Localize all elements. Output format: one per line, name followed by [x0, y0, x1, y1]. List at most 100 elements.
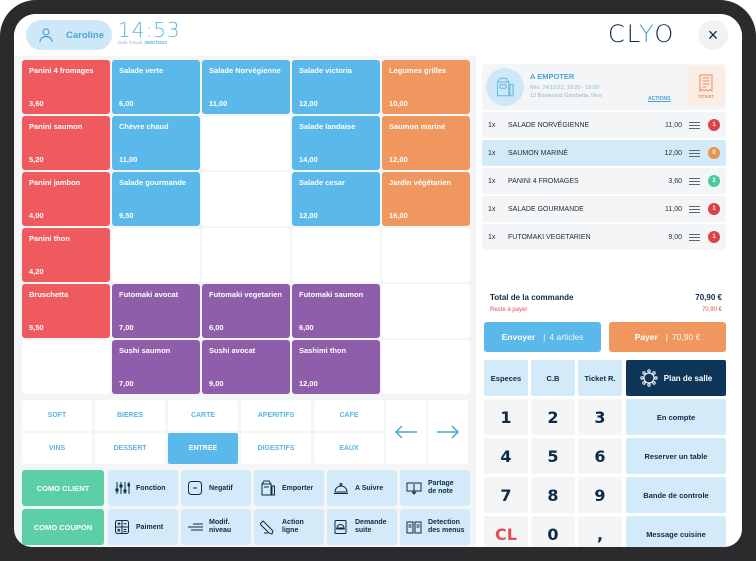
action-ligne-button[interactable]: Action ligne — [254, 509, 324, 545]
product-tile[interactable]: Saumon mariné 12,00 — [382, 116, 470, 170]
product-tile[interactable]: Salade cesar 12,00 — [292, 172, 380, 226]
prev-category-button[interactable] — [386, 400, 426, 464]
category-tab-soft[interactable]: SOFT — [22, 400, 92, 431]
category-tab-digestifs[interactable]: DIGESTIFS — [241, 433, 311, 464]
hamburger-menu-icon[interactable] — [689, 204, 700, 215]
modif-niveau-button[interactable]: Modif. niveau — [181, 509, 251, 545]
digit-key-1[interactable]: 1 — [484, 399, 528, 435]
product-tile[interactable]: Sashimi thon 12,00 — [292, 340, 380, 394]
digit-key-0[interactable]: 0 — [531, 516, 575, 547]
order-line[interactable]: 1x SAUMON MARINÉ 12,00 0 — [482, 140, 726, 166]
order-line[interactable]: 1x FUTOMAKI VEGETARIEN 9,00 1 — [482, 224, 726, 250]
next-category-button[interactable] — [428, 400, 468, 464]
cb-button[interactable]: C.B — [531, 360, 575, 396]
work-date-label: Date Travail, — [118, 40, 144, 45]
category-tab-eaux[interactable]: EAUX — [314, 433, 384, 464]
ticket-r-button[interactable]: Ticket R. — [578, 360, 622, 396]
product-tile[interactable]: Panini jambon 4,00 — [22, 172, 110, 226]
a-suivre-button[interactable]: A Suivre — [327, 470, 397, 506]
partage-note-button[interactable]: Partage de note — [400, 470, 470, 506]
category-tab-dessert[interactable]: DESSERT — [95, 433, 165, 464]
digit-key-8[interactable]: 8 — [531, 477, 575, 513]
line-qty: 1x — [488, 177, 496, 185]
product-tile[interactable]: Sushi avocat 9,00 — [202, 340, 290, 394]
product-tile[interactable]: Salade victoria 12,00 — [292, 60, 380, 114]
user-button[interactable]: Caroline — [26, 20, 112, 50]
bande-controle-button[interactable]: Bande de controle — [626, 477, 726, 513]
empty-product-slot — [22, 340, 110, 394]
product-tile[interactable]: Salade landaise 14,00 — [292, 116, 380, 170]
category-tab-aperitifs[interactable]: APERITIFS — [241, 400, 311, 431]
menu-book-icon — [406, 521, 422, 534]
product-tile[interactable]: Salade Norvégienne 11,00 — [202, 60, 290, 114]
product-tile[interactable]: Salade gourmande 9,50 — [112, 172, 200, 226]
clear-key[interactable]: CL — [484, 516, 528, 547]
product-price: 3,60 — [29, 99, 44, 108]
digit-key-4[interactable]: 4 — [484, 438, 528, 474]
product-tile[interactable]: Futomaki saumon 6,00 — [292, 284, 380, 338]
actions-link[interactable]: ACTIONS — [648, 96, 671, 102]
digit-key-9[interactable]: 9 — [578, 477, 622, 513]
order-panel: A EMPOTER Mer. 24/12/22, 18:20 - 18:50 1… — [476, 56, 742, 547]
order-type: A EMPOTER — [530, 72, 575, 81]
product-tile[interactable]: Chèvre chaud 11,00 — [112, 116, 200, 170]
product-name: Chèvre chaud — [119, 122, 169, 131]
product-price: 14,00 — [299, 155, 318, 164]
como-coupon-button[interactable]: COMO COUPON — [22, 509, 104, 545]
como-client-button[interactable]: COMO CLIENT — [22, 470, 104, 506]
product-tile[interactable]: Sushi saumon 7,00 — [112, 340, 200, 394]
digit-key-3[interactable]: 3 — [578, 399, 622, 435]
digit-key-2[interactable]: 2 — [531, 399, 575, 435]
product-name: Salade Norvégienne — [209, 66, 281, 75]
fonction-button[interactable]: Fonction — [108, 470, 178, 506]
product-tile[interactable]: Panini saumon 5,20 — [22, 116, 110, 170]
category-tab-bieres[interactable]: BIERES — [95, 400, 165, 431]
category-tab-entree[interactable]: ENTREE — [168, 433, 238, 464]
product-tile[interactable]: Legumes grilles 10,00 — [382, 60, 470, 114]
hamburger-menu-icon[interactable] — [689, 120, 700, 131]
line-price: 9,00 — [668, 233, 682, 241]
button-label: Modif. — [209, 518, 230, 526]
comma-key[interactable]: , — [578, 516, 622, 547]
emporter-button[interactable]: Emporter — [254, 470, 324, 506]
ticket-button[interactable]: TICKET — [688, 66, 724, 106]
order-header: A EMPOTER Mer. 24/12/22, 18:20 - 18:50 1… — [482, 64, 726, 110]
product-tile[interactable]: Salade verte 6,00 — [112, 60, 200, 114]
product-tile[interactable]: Jardin végétarien 16,00 — [382, 172, 470, 226]
work-date-value: 29/07/2022 — [144, 40, 168, 45]
hamburger-menu-icon[interactable] — [689, 148, 700, 159]
message-cuisine-button[interactable]: Message cuisine — [626, 516, 726, 547]
hamburger-menu-icon[interactable] — [689, 232, 700, 243]
product-tile[interactable]: Panini thon 4,20 — [22, 228, 110, 282]
category-tab-vins[interactable]: VINS — [22, 433, 92, 464]
en-compte-button[interactable]: En compte — [626, 399, 726, 435]
category-tab-cafe[interactable]: CAFE — [314, 400, 384, 431]
order-line[interactable]: 1x SALADE GOURMANDE 11,00 1 — [482, 196, 726, 222]
category-tab-carte[interactable]: CARTE — [168, 400, 238, 431]
reserver-table-button[interactable]: Reserver un table — [626, 438, 726, 474]
hamburger-menu-icon[interactable] — [689, 176, 700, 187]
pay-button[interactable]: Payer | 70,90 € — [609, 322, 726, 352]
digit-key-7[interactable]: 7 — [484, 477, 528, 513]
product-grid: Panini 4 fromages 3,60 Salade verte 6,00 Sal… — [22, 60, 470, 396]
line-price: 11,00 — [665, 121, 682, 129]
digit-key-6[interactable]: 6 — [578, 438, 622, 474]
plan-de-salle-button[interactable]: Plan de salle — [626, 360, 726, 396]
digit-key-5[interactable]: 5 — [531, 438, 575, 474]
negatif-button[interactable]: Negatif — [181, 470, 251, 506]
paiment-button[interactable]: Paiment — [108, 509, 178, 545]
demande-suite-button[interactable]: Demande suite — [327, 509, 397, 545]
order-line[interactable]: 1x PANINI 4 FROMAGES 3,60 2 — [482, 168, 726, 194]
send-button[interactable]: Envoyer | 4 articles — [484, 322, 601, 352]
total-value: 70,90 € — [695, 293, 722, 302]
product-tile[interactable]: Futomaki avocat 7,00 — [112, 284, 200, 338]
especes-button[interactable]: Especes — [484, 360, 528, 396]
product-tile[interactable]: Bruschetta 9,50 — [22, 284, 110, 338]
close-button[interactable]: × — [698, 20, 728, 50]
product-tile[interactable]: Panini 4 fromages 3,60 — [22, 60, 110, 114]
product-tile[interactable]: Futomaki vegetarien 6,00 — [202, 284, 290, 338]
order-line[interactable]: 1x SALADE NORVÉGIENNE 11,00 1 — [482, 112, 726, 138]
empty-product-slot — [382, 228, 470, 282]
detection-menus-button[interactable]: Detection des menus — [400, 509, 470, 545]
arrow-right-icon — [437, 425, 459, 439]
